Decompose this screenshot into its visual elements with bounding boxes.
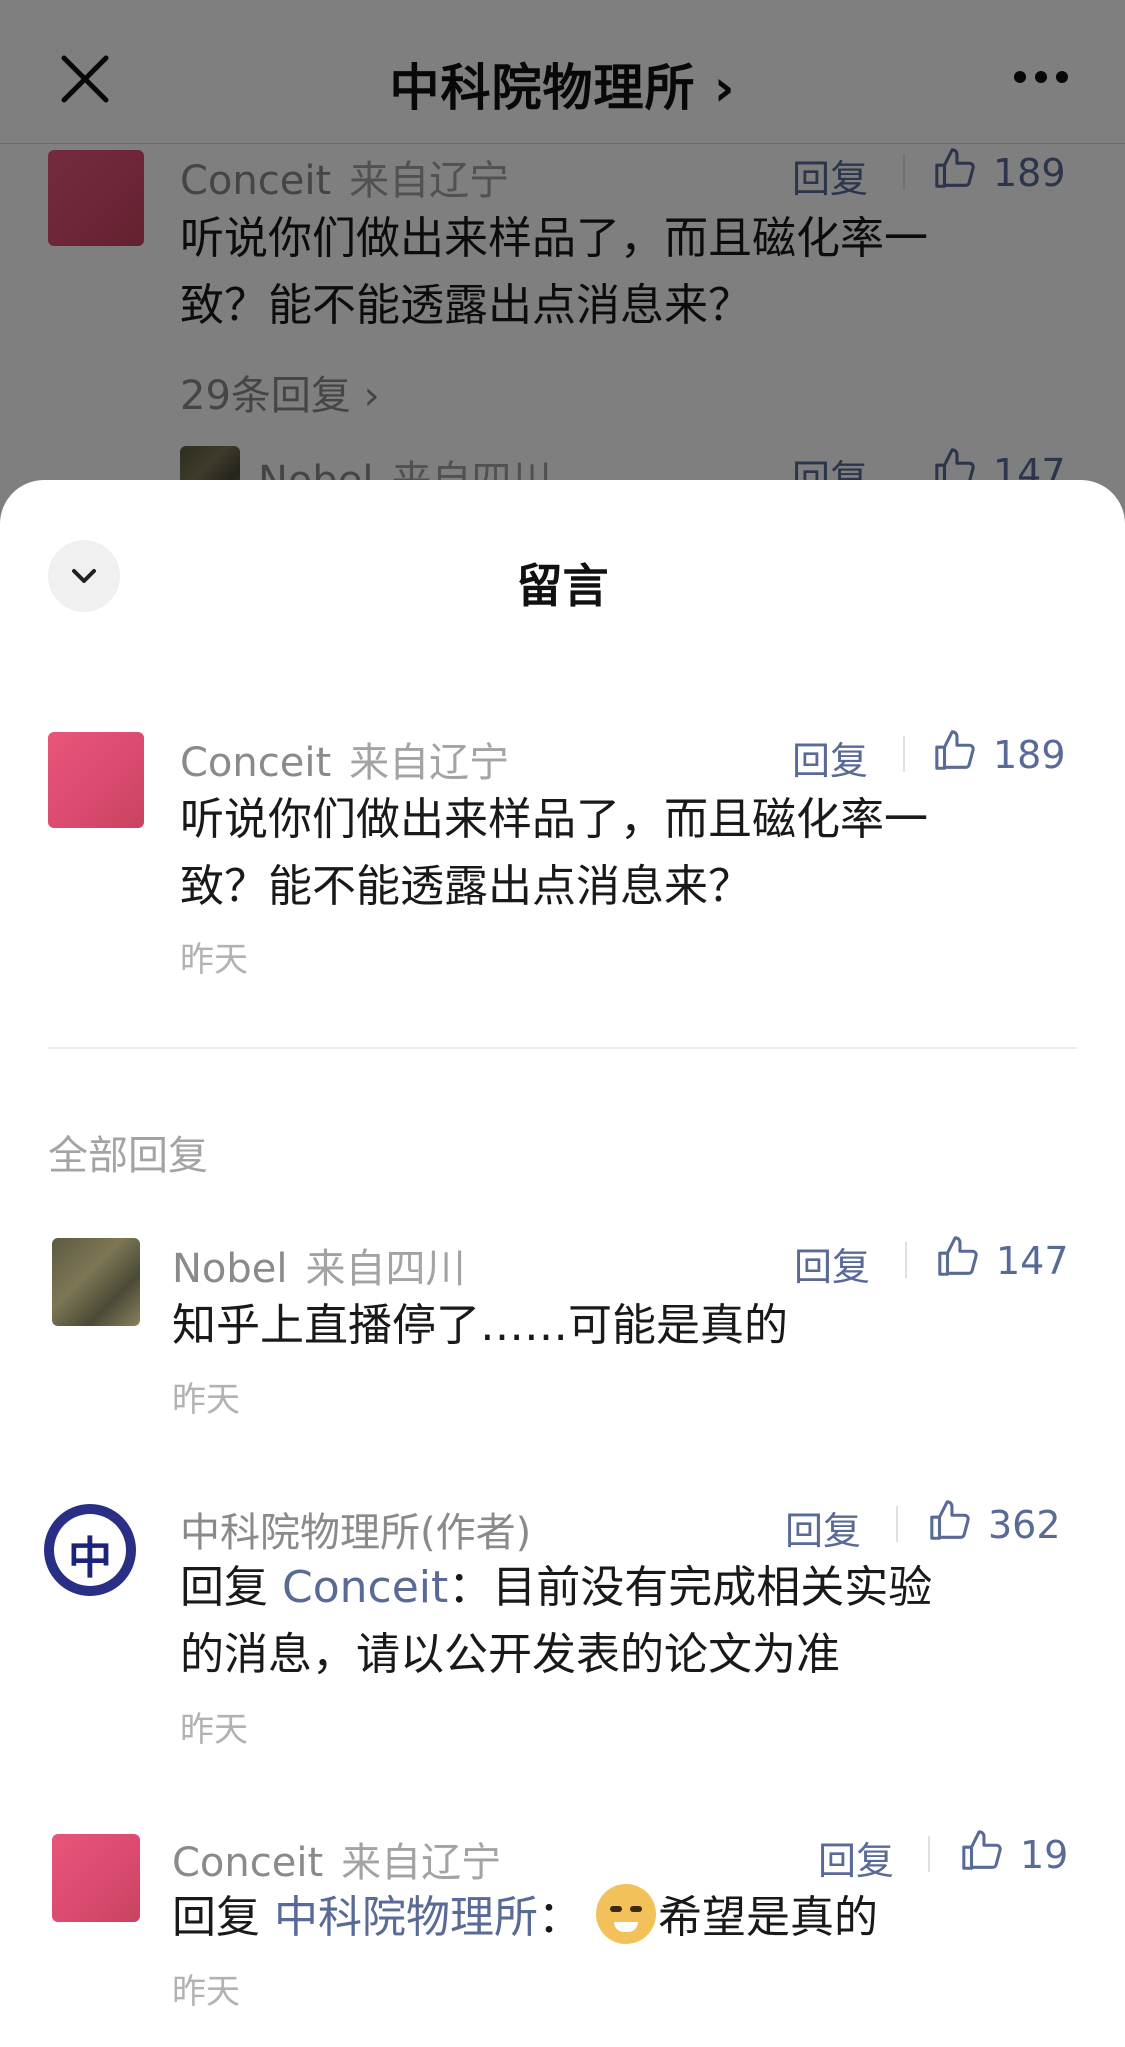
divider <box>903 736 905 772</box>
reply-time: 昨天 <box>172 1380 240 1420</box>
reply-button[interactable]: 回复 <box>794 1236 870 1291</box>
comment-location: 来自辽宁 <box>349 740 510 786</box>
comment-text: 听说你们做出来样品了，而且磁化率一 致？能不能透露出点消息来？ <box>180 794 928 912</box>
like-button[interactable]: 147 <box>936 1234 1069 1283</box>
reply-location: 来自四川 <box>305 1246 466 1292</box>
divider <box>928 1836 930 1872</box>
reply-time: 昨天 <box>180 1710 248 1750</box>
comment-time: 昨天 <box>180 940 248 980</box>
avatar[interactable]: 中 <box>44 1504 136 1596</box>
reply-location: 来自辽宁 <box>341 1840 502 1886</box>
sheet-title: 留言 <box>516 559 609 613</box>
reply-button[interactable]: 回复 <box>792 730 868 785</box>
like-count: 362 <box>988 1503 1061 1547</box>
avatar[interactable] <box>52 1834 140 1922</box>
avatar[interactable] <box>52 1238 140 1326</box>
section-divider <box>48 1047 1077 1049</box>
reply-button[interactable]: 回复 <box>818 1830 894 1885</box>
thumb-up-icon <box>930 1500 970 1540</box>
reply-text: 回复 中科院物理所： 希望是真的 <box>172 1884 1072 1951</box>
quoted-user[interactable]: Conceit <box>282 1562 448 1613</box>
like-count: 19 <box>1020 1833 1069 1877</box>
reply-author[interactable]: Nobel 来自四川 <box>172 1236 466 1294</box>
reply-text: 知乎上直播停了……可能是真的 <box>172 1300 788 1351</box>
like-count: 189 <box>993 733 1066 777</box>
divider <box>905 1242 907 1278</box>
like-button[interactable]: 19 <box>960 1828 1068 1877</box>
comment-detail-sheet: 留言 Conceit 来自辽宁 回复 189 听说你们做出来样品了，而且磁化率一 … <box>0 480 1125 2047</box>
thumb-up-icon <box>935 730 975 770</box>
doge-emoji <box>596 1884 656 1944</box>
avatar[interactable] <box>48 732 144 828</box>
comment-author[interactable]: Conceit来自辽宁 <box>180 730 509 788</box>
reply-button[interactable]: 回复 <box>785 1500 861 1555</box>
like-button[interactable]: 362 <box>928 1498 1061 1547</box>
reply-author[interactable]: 中科院物理所(作者) <box>180 1500 531 1558</box>
institute-logo: 中 <box>54 1514 126 1586</box>
all-replies-label: 全部回复 <box>48 1133 208 1179</box>
like-count: 147 <box>996 1239 1069 1283</box>
thumb-up-icon <box>962 1830 1002 1870</box>
reply-time: 昨天 <box>172 1972 240 2012</box>
like-button[interactable]: 189 <box>933 728 1066 777</box>
quoted-user[interactable]: 中科院物理所 <box>274 1892 538 1943</box>
reply-author[interactable]: Conceit 来自辽宁 <box>172 1830 501 1888</box>
reply-text: 回复 Conceit：目前没有完成相关实验 的消息，请以公开发表的论文为准 <box>180 1562 933 1680</box>
divider <box>896 1506 898 1542</box>
thumb-up-icon <box>938 1236 978 1276</box>
